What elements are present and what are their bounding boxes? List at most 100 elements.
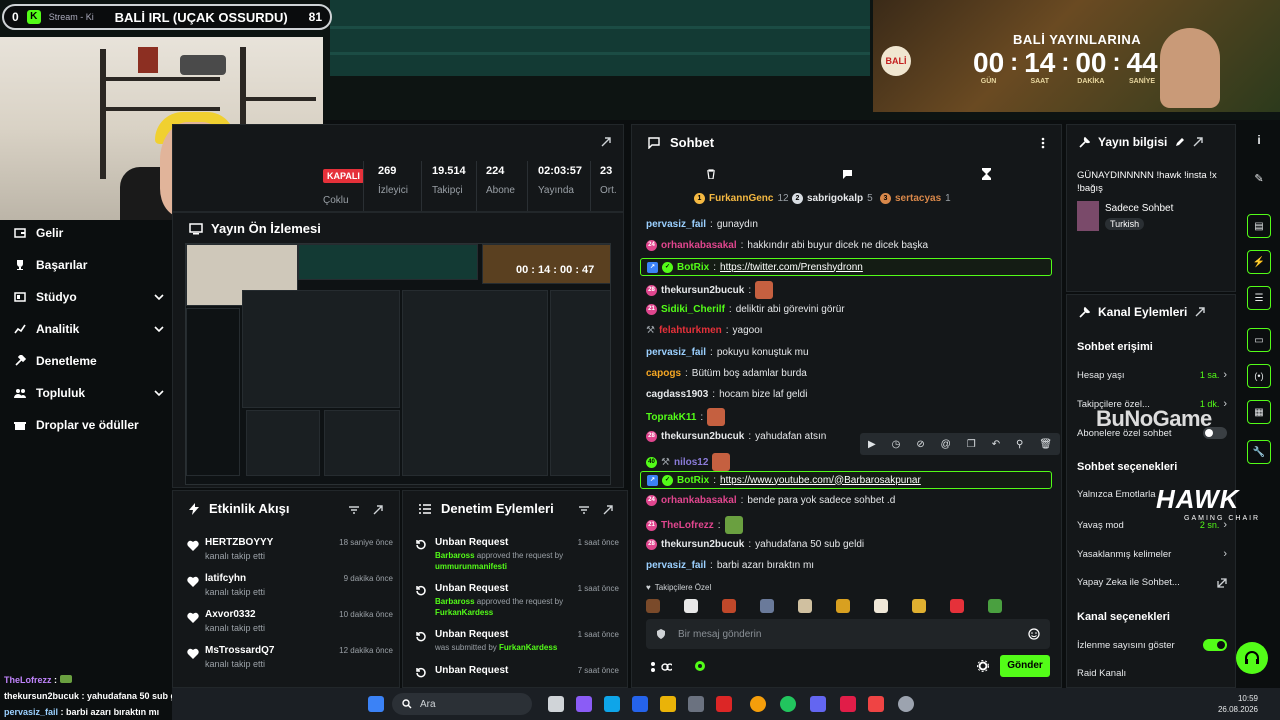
emote-icon[interactable]: [950, 599, 964, 613]
chat-message[interactable]: 28 thekursun2bucuk:: [646, 281, 774, 299]
app-icon[interactable]: [840, 696, 856, 712]
filter-icon[interactable]: [579, 505, 589, 515]
delete-icon[interactable]: 🗑: [1039, 439, 1052, 450]
spotify-icon[interactable]: [780, 696, 796, 712]
chat-message-bot[interactable]: ↗ ✓ BotRix: https://twitter.com/Prenshydron…: [640, 258, 1052, 276]
sidebar-item-basarilar[interactable]: Başarılar: [14, 258, 164, 272]
sidebar-item-gelir[interactable]: Gelir: [14, 226, 164, 240]
pin-icon[interactable]: ⚲: [1016, 439, 1023, 450]
banned-words-row[interactable]: Yasaklanmış kelimeler ›: [1077, 548, 1227, 560]
chat-message[interactable]: 21 TheLofrezz:: [646, 516, 743, 534]
chat-message-input[interactable]: [678, 628, 1016, 640]
emote-icon[interactable]: [798, 599, 812, 613]
list-icon[interactable]: ☰: [1247, 286, 1271, 310]
moderation-item[interactable]: Unban Request was submitted by FurkanKar…: [415, 629, 619, 653]
chat-message[interactable]: 24 orhankabasakal: bende para yok sadece s…: [646, 495, 895, 506]
popout-icon[interactable]: [1193, 137, 1204, 147]
moderation-item[interactable]: Unban Request 7 saat önce: [415, 665, 619, 678]
emote-icon[interactable]: [912, 599, 926, 613]
undo-icon[interactable]: ↶: [992, 439, 1000, 450]
chat-message[interactable]: cagdass1903: hocam bize laf geldi: [646, 389, 807, 400]
stream-manager-icon[interactable]: ▤: [1247, 214, 1271, 238]
chat-message[interactable]: pervasiz_fail: barbi azarı bıraktın mı: [646, 560, 814, 571]
windows-start-icon[interactable]: [368, 696, 384, 712]
obs-icon[interactable]: [898, 696, 914, 712]
ai-chat-row[interactable]: Yapay Zeka ile Sohbet...: [1077, 577, 1227, 588]
chat-message[interactable]: ToprakK11:: [646, 408, 726, 426]
chat-message-bot[interactable]: ↗ ✓ BotRix: https://www.youtube.com/@Barbar…: [640, 471, 1052, 489]
hourglass-icon[interactable]: [982, 168, 991, 180]
sidebar-item-analitik[interactable]: Analitik: [14, 322, 164, 336]
wrench-icon[interactable]: 🔧: [1247, 440, 1271, 464]
edit-icon[interactable]: ✎: [1247, 166, 1271, 190]
taskbar-clock[interactable]: 10:59 26.08.2026: [1218, 693, 1258, 715]
chat-message[interactable]: 28 thekursun2bucuk: yahudafana 50 sub geld…: [646, 539, 864, 550]
sidebar-item-droplar[interactable]: Droplar ve ödüller: [14, 418, 164, 432]
chat-options-icon[interactable]: [842, 169, 853, 179]
preview-screen[interactable]: 00 : 14 : 00 : 47: [185, 243, 611, 485]
chat-message[interactable]: 21 Sidiki_Cherilf: deliktir abi görevini g…: [646, 304, 845, 315]
chat-input-box[interactable]: [646, 619, 1050, 649]
chat-message[interactable]: pervasiz_fail: pokuyu konuştuk mu: [646, 347, 809, 358]
gear-icon[interactable]: [977, 660, 989, 672]
chat-message[interactable]: 40 ⚒ nilos12: [646, 453, 731, 471]
send-button[interactable]: Gönder: [1000, 655, 1050, 677]
lightning-icon[interactable]: ⚡: [1247, 250, 1271, 274]
emote-icon[interactable]: [684, 599, 698, 613]
copilot-icon[interactable]: [576, 696, 592, 712]
raid-row[interactable]: Raid Kanalı: [1077, 668, 1227, 679]
filter-icon[interactable]: [349, 505, 359, 515]
popout-icon[interactable]: [601, 137, 611, 147]
outlook-icon[interactable]: [632, 696, 648, 712]
edge-icon[interactable]: [604, 696, 620, 712]
xbox-icon[interactable]: [688, 696, 704, 712]
chat-message[interactable]: pervasiz_fail: gunaydın: [646, 219, 758, 230]
kick-circle-icon[interactable]: [694, 660, 706, 672]
emoji-icon[interactable]: [1028, 628, 1040, 640]
moderation-item[interactable]: Unban Request Barbaross approved the req…: [415, 583, 619, 618]
help-button[interactable]: [1236, 642, 1268, 674]
play-icon[interactable]: ▶: [868, 439, 876, 450]
chat-message[interactable]: 28 thekursun2bucuk: yahudafan atsın: [646, 431, 826, 442]
app-icon[interactable]: [868, 696, 884, 712]
more-vertical-icon[interactable]: [1041, 137, 1045, 149]
emote-icon[interactable]: [988, 599, 1002, 613]
emote-icon[interactable]: [646, 599, 660, 613]
broadcast-icon[interactable]: (•): [1247, 364, 1271, 388]
popout-icon[interactable]: [373, 505, 383, 515]
emote-icon[interactable]: [760, 599, 774, 613]
discord-icon[interactable]: [810, 696, 826, 712]
info-icon[interactable]: i: [1247, 128, 1271, 152]
folder-icon[interactable]: [660, 696, 676, 712]
chat-options-heading: Sohbet seçenekleri: [1077, 461, 1178, 473]
chrome-icon[interactable]: [750, 696, 766, 712]
emote-icon[interactable]: [874, 599, 888, 613]
taskbar-search[interactable]: Ara: [392, 693, 532, 715]
emote-icon[interactable]: [722, 599, 736, 613]
copy-icon[interactable]: ❐: [967, 439, 976, 450]
account-age-row[interactable]: Hesap yaşı 1 sa. ›: [1077, 369, 1227, 381]
emote-icon[interactable]: [836, 599, 850, 613]
popout-icon[interactable]: [1195, 307, 1206, 317]
chat-message[interactable]: capogs: Bütüm boş adamlar burda: [646, 368, 807, 379]
community-icon[interactable]: [650, 661, 672, 673]
chat-message[interactable]: ⚒ felahturkmen: yagooı: [646, 325, 763, 336]
sub-badge-icon: 28: [646, 284, 657, 296]
sidebar-item-denetleme[interactable]: Denetleme: [14, 354, 164, 368]
clock-icon[interactable]: ◷: [892, 439, 901, 450]
sidebar-item-topluluk[interactable]: Topluluk: [14, 386, 164, 400]
mute-icon[interactable]: ⊘: [916, 439, 924, 450]
view-count-row[interactable]: İzlenme sayısını göster: [1077, 639, 1227, 651]
mention-icon[interactable]: @: [941, 439, 951, 450]
view-count-toggle[interactable]: [1203, 639, 1227, 651]
chat-message[interactable]: 24 orhankabasakal: hakkındır abi buyur dic…: [646, 240, 928, 251]
sidebar-item-studyo[interactable]: Stüdyo: [14, 290, 164, 304]
chat-bubble-icon[interactable]: ▭: [1247, 328, 1271, 352]
opera-icon[interactable]: [716, 696, 732, 712]
screen-icon[interactable]: ▦: [1247, 400, 1271, 424]
moderation-item[interactable]: Unban Request Barbaross approved the req…: [415, 537, 619, 572]
trash-icon[interactable]: [706, 169, 716, 179]
edit-icon[interactable]: [1175, 137, 1185, 147]
task-view-icon[interactable]: [548, 696, 564, 712]
popout-icon[interactable]: [603, 505, 613, 515]
